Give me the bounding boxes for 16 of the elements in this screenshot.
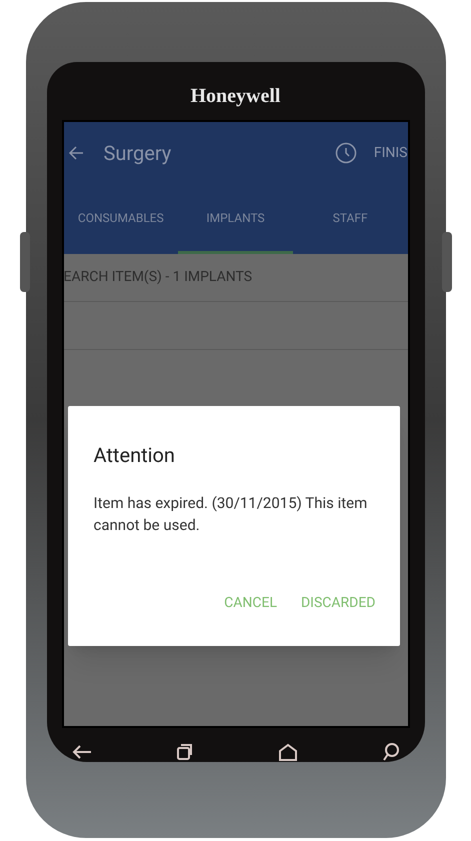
dialog-button[interactable]: DISCARDED xyxy=(300,593,376,614)
tab[interactable]: STAFF xyxy=(292,184,408,254)
finish-button[interactable]: FINIS xyxy=(374,142,408,164)
clock-icon[interactable] xyxy=(334,142,357,164)
tab[interactable]: CONSUMABLES xyxy=(64,184,178,254)
back-arrow-icon[interactable] xyxy=(72,744,92,760)
recent-apps-icon[interactable] xyxy=(176,743,194,761)
search-icon[interactable] xyxy=(382,742,400,762)
dialog-title: Attention xyxy=(94,442,176,469)
list-header: EARCH ITEM(S) - 1 IMPLANTS xyxy=(64,268,252,287)
dialog-button[interactable]: CANCEL xyxy=(224,593,277,614)
app-title: Surgery xyxy=(104,140,172,167)
tab[interactable]: IMPLANTS xyxy=(178,184,293,254)
dialog-message: Item has expired. (30/11/2015) This item cannot be used. xyxy=(94,493,368,536)
home-icon[interactable] xyxy=(278,743,298,761)
brand-logo: Honeywell xyxy=(190,86,280,106)
